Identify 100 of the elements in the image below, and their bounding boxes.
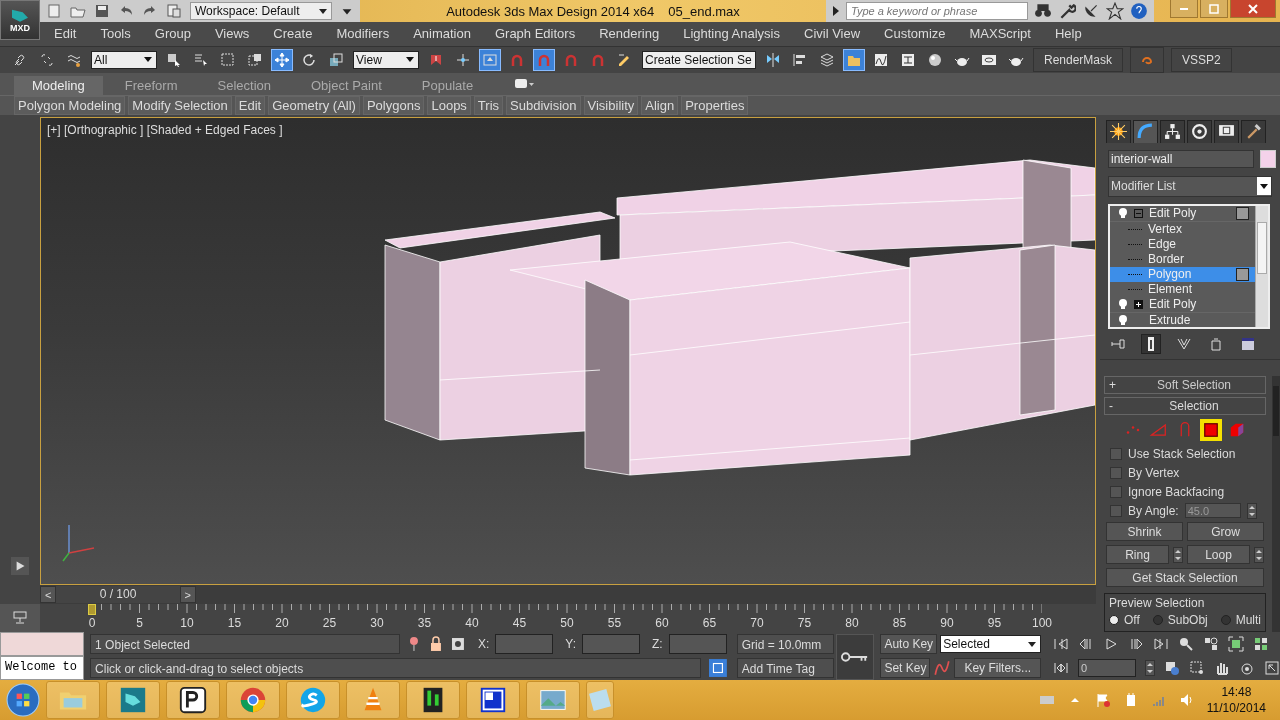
ribbon-tab[interactable]: Populate [403,75,492,95]
checkbox[interactable] [1110,485,1122,498]
auto-key-button[interactable]: Auto Key [880,634,938,655]
radio-label[interactable]: Off [1124,613,1140,628]
scrollbar[interactable] [1272,376,1280,633]
ribbon-panel-tab[interactable]: Edit [234,96,266,115]
add-time-tag-field[interactable]: Add Time Tag [736,658,835,679]
checkbox[interactable] [1110,504,1122,517]
bulb-icon[interactable] [1118,207,1128,220]
viewport[interactable]: [+] [Orthographic ] [Shaded + Edged Faces ] [40,117,1096,586]
bulb-icon[interactable] [1118,314,1128,327]
menu-item[interactable]: Modifiers [336,26,390,42]
rollout-header[interactable]: - Selection [1104,397,1266,416]
snap-icon[interactable] [534,49,554,70]
set-key-mode-button[interactable]: Set Key [880,658,931,679]
menu-item[interactable]: Lighting Analysis [683,26,780,42]
previous-frame-button[interactable]: < [40,586,57,604]
ribbon-panel-tab[interactable]: Properties [681,96,749,115]
named-selection-dropdown[interactable]: Create Selection Se [642,50,756,69]
radio-label[interactable]: SubObj [1167,613,1208,628]
minimize-button[interactable] [1170,0,1198,18]
render-mask-button[interactable]: RenderMask [1033,47,1124,72]
collapse-icon[interactable] [1134,208,1143,218]
bulb-icon[interactable] [1118,298,1128,311]
command-panel-tab[interactable] [1241,119,1266,143]
play-icon[interactable] [1103,635,1119,652]
expand-icon[interactable] [1134,299,1143,309]
checkbox[interactable] [1110,466,1122,479]
spinner-icon[interactable] [1254,546,1264,563]
search-field[interactable]: Type a keyword or phrase [846,2,1028,20]
z-coordinate-field[interactable] [668,634,727,655]
command-panel-tab[interactable] [1187,119,1212,143]
maximize-button[interactable] [1200,0,1228,18]
vssp2-button[interactable]: VSSP2 [1171,47,1232,72]
ribbon-options-icon[interactable] [515,78,536,89]
taskbar-button[interactable] [406,681,460,720]
subobject-item[interactable]: Vertex [1110,221,1255,237]
close-button[interactable] [1230,0,1276,18]
menu-item[interactable]: Edit [54,26,77,42]
ribbon-panel-tab[interactable]: Align [641,96,679,115]
menu-item[interactable]: Animation [413,26,471,42]
command-panel-tab[interactable] [1106,119,1131,143]
modifier-stack-item[interactable]: Extrude [1149,313,1255,328]
current-frame-marker[interactable] [88,604,96,616]
toggle-square-icon[interactable] [1236,206,1249,220]
checkbox[interactable] [1110,447,1122,460]
object-color-swatch[interactable] [1260,149,1276,168]
flag-icon[interactable] [1094,692,1111,709]
help-icon[interactable] [1130,2,1148,20]
ribbon-panel-tab[interactable]: Tris [473,96,504,115]
command-panel-tab[interactable] [1214,119,1239,143]
loop-button[interactable]: Loop [1187,545,1250,565]
ribbon-panel-tab[interactable]: Subdivision [506,96,581,115]
ribbon-tab[interactable]: Selection [199,75,289,95]
ribbon-panel-tab[interactable]: Loops [427,96,471,115]
selection-filter-dropdown[interactable]: All [91,50,157,69]
x-coordinate-field[interactable] [495,634,554,655]
subobject-item[interactable]: Border [1110,251,1255,267]
y-coordinate-field[interactable] [582,634,640,655]
zoom-extents-all-icon[interactable] [1253,635,1269,652]
time-slider-thumb[interactable]: < 0 / 100 > [40,586,196,604]
modifier-stack-item[interactable]: Edit Poly [1149,297,1255,312]
ring-button[interactable]: Ring [1106,545,1169,565]
menu-item[interactable]: Group [154,26,191,42]
listener-field[interactable]: Welcome to [0,656,85,681]
menu-item[interactable]: Civil View [804,26,861,42]
satellite-icon[interactable] [1082,2,1100,20]
set-key-button[interactable] [836,634,875,681]
current-frame-field[interactable]: 0 [1078,658,1136,677]
checkbox-label[interactable]: By Vertex [1128,465,1180,480]
menu-item[interactable]: Help [1054,26,1082,42]
menu-item[interactable]: Tools [100,26,131,42]
viewport-label[interactable]: [+] [Orthographic ] [Shaded + Edged Faces ] [47,123,283,138]
radio-button[interactable] [1152,615,1163,626]
radio-button[interactable] [1109,615,1119,626]
scrollbar[interactable] [1255,205,1268,328]
menu-item[interactable]: Customize [884,26,946,42]
ribbon-panel-tab[interactable]: Polygon Modeling [14,96,126,115]
time-tag-icon[interactable] [708,659,727,678]
key-filters-button[interactable]: Key Filters... [954,658,1041,679]
save-icon[interactable] [94,3,110,19]
app-logo[interactable]: MXD [0,0,40,40]
star-icon[interactable] [1106,2,1124,20]
spinner-icon[interactable] [1246,502,1257,519]
binoculars-icon[interactable] [1034,2,1052,20]
checkbox-label[interactable]: Use Stack Selection [1128,446,1236,461]
ribbon-panel-tab[interactable]: Polygons [362,96,425,115]
ribbon-tab[interactable]: Modeling [14,75,103,95]
object-name-field[interactable]: interior-wall [1108,149,1254,168]
zoom-icon[interactable] [1178,635,1194,652]
maximize-viewport-icon[interactable] [1264,659,1280,676]
zoom-extents-icon[interactable] [1228,635,1244,652]
clock[interactable]: 14:48 11/10/2014 [1206,684,1266,717]
ribbon-tab[interactable]: Object Paint [293,75,400,95]
modifier-stack-item[interactable]: Edit Poly [1149,206,1230,221]
wrench-icon[interactable] [1058,2,1076,20]
go-to-start-icon[interactable] [1053,635,1069,652]
radio-button[interactable] [1220,615,1231,626]
shrink-button[interactable]: Shrink [1106,522,1183,542]
ribbon-panel-tab[interactable]: Modify Selection [128,96,232,115]
